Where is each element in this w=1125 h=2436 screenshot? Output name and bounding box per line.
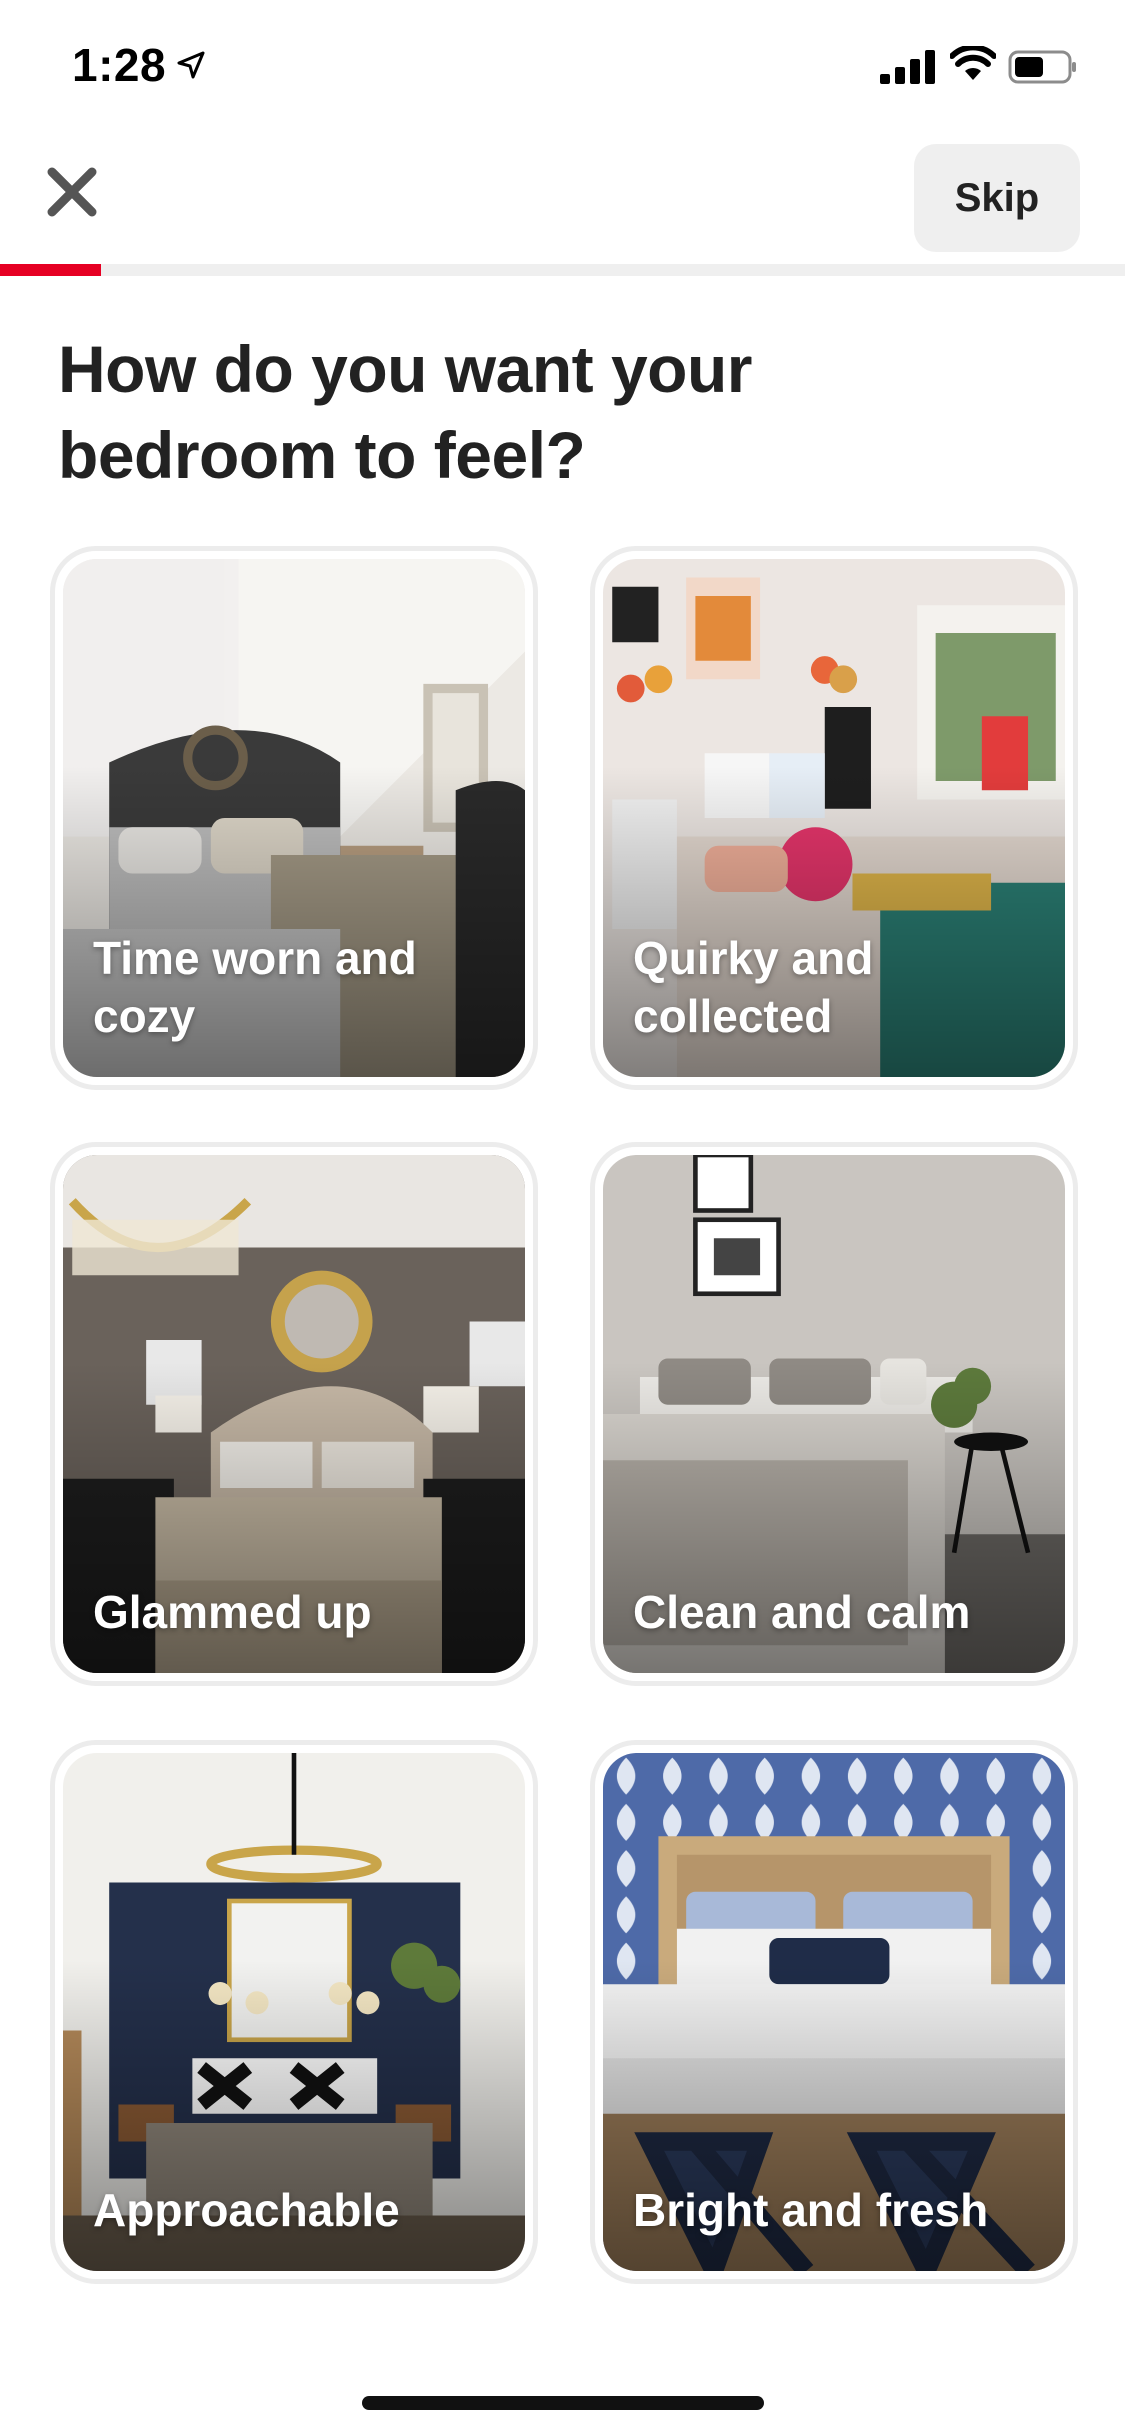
signal-icon xyxy=(880,50,935,84)
status-time: 1:28 xyxy=(72,39,167,91)
option-label: Approachable xyxy=(93,2184,400,2236)
page-title: How do you want your bedroom to feel? xyxy=(58,332,753,492)
wifi-icon xyxy=(950,46,996,80)
option-label: Quirky and collected xyxy=(633,932,874,1042)
close-button[interactable] xyxy=(40,160,104,224)
option-card-clean-and-calm[interactable]: Clean and calm xyxy=(590,1142,1078,1686)
option-label: Time worn and cozy xyxy=(93,932,417,1042)
option-card-glammed-up[interactable]: Glammed up xyxy=(50,1142,538,1686)
home-indicator xyxy=(362,2396,764,2410)
option-card-bright-and-fresh[interactable]: Bright and fresh xyxy=(590,1740,1078,2284)
option-card-quirky-and-collected[interactable]: Quirky and collected xyxy=(590,546,1078,1090)
status-bar: 1:28 xyxy=(0,0,1125,132)
progress-fill xyxy=(0,264,102,276)
close-icon xyxy=(47,167,97,217)
skip-button[interactable]: Skip xyxy=(914,144,1080,252)
option-card-time-worn-and-cozy[interactable]: Time worn and cozy xyxy=(50,546,538,1090)
option-card-approachable[interactable]: Approachable xyxy=(50,1740,538,2284)
option-label: Clean and calm xyxy=(633,1586,971,1638)
progress-bar xyxy=(0,264,1125,276)
option-label: Glammed up xyxy=(93,1586,372,1638)
battery-icon xyxy=(1008,50,1076,84)
location-arrow-icon xyxy=(177,51,205,79)
option-label: Bright and fresh xyxy=(633,2184,989,2236)
